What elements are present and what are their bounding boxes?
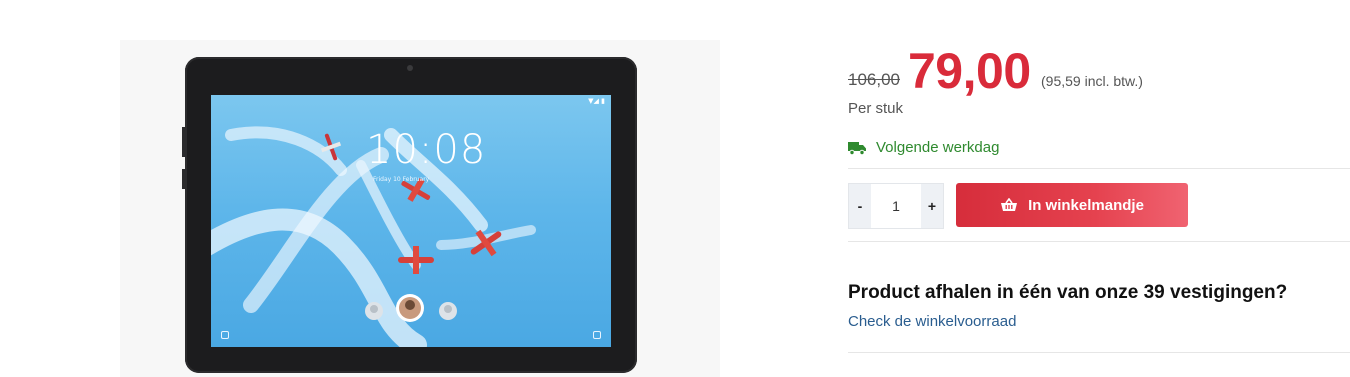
divider <box>848 168 1350 169</box>
product-image[interactable]: ▼◢ ▮ 10:08 Friday 10 February <box>120 40 720 377</box>
contact-avatar <box>365 302 383 320</box>
delivery-label: Volgende werkdag <box>876 139 1000 156</box>
increment-button[interactable]: + <box>921 184 943 228</box>
divider <box>848 352 1350 353</box>
old-price: 106,00 <box>848 70 900 89</box>
contact-avatar <box>396 294 424 322</box>
status-bar: ▼◢ ▮ <box>588 97 605 105</box>
camera-icon <box>593 331 601 339</box>
screen-date: Friday 10 February <box>373 176 430 183</box>
basket-icon <box>1001 198 1018 211</box>
current-price: 79,00 <box>908 43 1031 99</box>
tablet-device: ▼◢ ▮ 10:08 Friday 10 February <box>182 57 637 373</box>
side-button <box>182 169 185 189</box>
decrement-button[interactable]: - <box>849 184 871 228</box>
truck-icon <box>848 141 866 155</box>
delivery-info: Volgende werkdag <box>848 139 999 156</box>
side-button <box>182 127 185 157</box>
price-unit: Per stuk <box>848 100 904 117</box>
quantity-input[interactable] <box>871 184 921 228</box>
tablet-screen: ▼◢ ▮ 10:08 Friday 10 February <box>211 95 611 347</box>
contact-avatar <box>439 302 457 320</box>
add-to-cart-label: In winkelmandje <box>1028 196 1144 214</box>
price-incl-vat: (95,59 incl. btw.) <box>1041 73 1143 89</box>
add-to-cart-button[interactable]: In winkelmandje <box>956 183 1188 227</box>
pickup-title: Product afhalen in één van onze 39 vesti… <box>848 282 1288 303</box>
buy-box: 106,00 79,00 (95,59 incl. btw.) Per stuk… <box>848 0 1350 377</box>
divider <box>848 241 1350 242</box>
quantity-stepper: - + <box>848 183 944 229</box>
camera-dot <box>407 65 413 71</box>
mic-icon <box>221 331 229 339</box>
screen-clock: 10:08 <box>366 127 487 173</box>
check-stock-link[interactable]: Check de winkelvoorraad <box>848 313 1016 330</box>
